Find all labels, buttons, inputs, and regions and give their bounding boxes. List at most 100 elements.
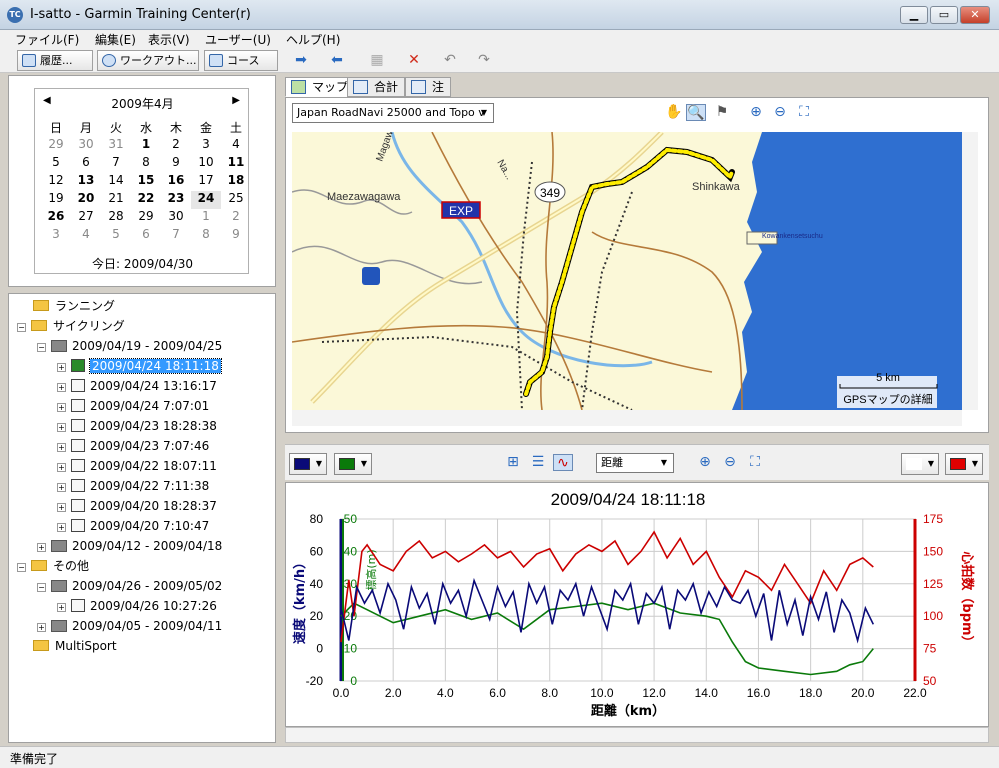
tree-activity[interactable]: +2009/04/24 13:16:17: [57, 377, 217, 395]
menu-edit[interactable]: 編集(E): [95, 31, 136, 48]
minimize-button[interactable]: ▁: [900, 6, 928, 24]
calendar-day[interactable]: 8: [191, 227, 221, 245]
heartrate-color-button[interactable]: ▼: [945, 453, 983, 475]
calendar-day[interactable]: 12: [41, 173, 71, 191]
merge-icon[interactable]: ▦: [367, 52, 387, 69]
tree-week[interactable]: +2009/04/12 - 2009/04/18: [37, 537, 222, 555]
expand-icon[interactable]: +: [57, 523, 66, 532]
tree-activity[interactable]: +2009/04/22 18:07:11: [57, 457, 217, 475]
calendar-day[interactable]: 19: [41, 191, 71, 209]
calendar-day[interactable]: 30: [161, 209, 191, 227]
next-month-icon[interactable]: ▶: [232, 95, 240, 106]
menu-user[interactable]: ユーザー(U): [205, 31, 271, 48]
chart-scrollbar[interactable]: [285, 727, 989, 743]
calendar-day[interactable]: 5: [41, 155, 71, 173]
expand-icon[interactable]: +: [57, 403, 66, 412]
calendar-day[interactable]: 24: [191, 191, 221, 209]
close-button[interactable]: ✕: [960, 6, 990, 24]
calendar-day[interactable]: 11: [221, 155, 251, 173]
calendar-day[interactable]: 9: [161, 155, 191, 173]
fit-view-icon[interactable]: ⛶: [794, 104, 814, 121]
tree-activity[interactable]: +2009/04/24 18:11:18: [57, 357, 222, 375]
expand-icon[interactable]: +: [57, 383, 66, 392]
calendar-day[interactable]: 20: [71, 191, 101, 209]
menu-file[interactable]: ファイル(F): [15, 31, 79, 48]
calendar-day[interactable]: 8: [131, 155, 161, 173]
chart-fit-icon[interactable]: ⛶: [745, 454, 765, 471]
map-canvas[interactable]: EXP 349 Maezawagawa Shinkawa Kowankenset…: [292, 132, 962, 410]
tree-activity[interactable]: +2009/04/20 7:10:47: [57, 517, 209, 535]
flag-icon[interactable]: ⚑: [712, 104, 732, 121]
activity-chart[interactable]: 0.0 2.0 4.0 6.0 8.0 10.0 12.0 14.0 16.0 18.0 20.0 2…: [286, 483, 988, 726]
calendar-day[interactable]: 2: [161, 137, 191, 155]
calendar-day[interactable]: 17: [191, 173, 221, 191]
workout-button[interactable]: ワークアウト...: [97, 50, 199, 71]
tree-week[interactable]: +2009/04/05 - 2009/04/11: [37, 617, 222, 635]
tree-week[interactable]: − 2009/04/19 - 2009/04/25: [37, 337, 222, 355]
receive-from-device-icon[interactable]: ⬅: [327, 52, 347, 69]
collapse-icon[interactable]: −: [17, 323, 26, 332]
collapse-icon[interactable]: −: [17, 563, 26, 572]
map-view[interactable]: EXP 349 Maezawagawa Shinkawa Kowankenset…: [292, 132, 962, 410]
tab-summary[interactable]: 合計: [347, 77, 406, 97]
expand-icon[interactable]: +: [57, 443, 66, 452]
crosshair-icon[interactable]: ⊞: [503, 454, 523, 471]
calendar-day[interactable]: 3: [191, 137, 221, 155]
tree-activity[interactable]: +2009/04/23 7:07:46: [57, 437, 209, 455]
undo-icon[interactable]: ↶: [440, 52, 460, 69]
expand-icon[interactable]: +: [57, 503, 66, 512]
expand-icon[interactable]: +: [37, 543, 46, 552]
tree-cycling[interactable]: − サイクリング: [17, 317, 125, 335]
calendar-day[interactable]: 16: [161, 173, 191, 191]
zoom-tool-icon[interactable]: 🔍: [686, 104, 706, 121]
xaxis-select[interactable]: 距離 ▼: [596, 453, 674, 473]
calendar-day[interactable]: 28: [101, 209, 131, 227]
tab-map[interactable]: マップ: [285, 77, 356, 97]
calendar-day[interactable]: 15: [131, 173, 161, 191]
tree-activity[interactable]: +2009/04/26 10:27:26: [57, 597, 217, 615]
calendar-day[interactable]: 23: [161, 191, 191, 209]
line-graph-icon[interactable]: ∿: [553, 454, 573, 471]
calendar-day[interactable]: 4: [221, 137, 251, 155]
calendar-day[interactable]: 3: [41, 227, 71, 245]
tree-activity[interactable]: +2009/04/23 18:28:38: [57, 417, 217, 435]
redo-icon[interactable]: ↷: [474, 52, 494, 69]
expand-icon[interactable]: +: [57, 603, 66, 612]
delete-icon[interactable]: ✕: [404, 52, 424, 69]
speed-color-button[interactable]: ▼: [289, 453, 327, 475]
menu-view[interactable]: 表示(V): [148, 31, 190, 48]
collapse-icon[interactable]: −: [37, 343, 46, 352]
split-view-icon[interactable]: ☰: [528, 454, 548, 471]
calendar-day[interactable]: 22: [131, 191, 161, 209]
map-layer-select[interactable]: Japan RoadNavi 25000 and Topo v ▼: [292, 103, 494, 123]
extra-color-button[interactable]: ▼: [901, 453, 939, 475]
zoom-in-icon[interactable]: ⊕: [746, 104, 766, 121]
expand-icon[interactable]: +: [57, 463, 66, 472]
tree-week[interactable]: − 2009/04/26 - 2009/05/02: [37, 577, 222, 595]
calendar-day[interactable]: 5: [101, 227, 131, 245]
tree-activity[interactable]: +2009/04/24 7:07:01: [57, 397, 209, 415]
calendar-today[interactable]: 今日: 2009/04/30: [35, 255, 250, 272]
calendar-day[interactable]: 18: [221, 173, 251, 191]
tree-running[interactable]: ランニング: [33, 297, 115, 315]
chart-zoom-out-icon[interactable]: ⊖: [720, 454, 740, 471]
tab-notes[interactable]: 注: [405, 77, 452, 97]
calendar-day[interactable]: 1: [131, 137, 161, 155]
calendar-day[interactable]: 27: [71, 209, 101, 227]
menu-help[interactable]: ヘルプ(H): [286, 31, 340, 48]
elevation-color-button[interactable]: ▼: [334, 453, 372, 475]
calendar-day[interactable]: 31: [101, 137, 131, 155]
tree-activity[interactable]: +2009/04/22 7:11:38: [57, 477, 209, 495]
expand-icon[interactable]: +: [37, 623, 46, 632]
calendar-day[interactable]: 6: [131, 227, 161, 245]
tree-other[interactable]: − その他: [17, 557, 89, 575]
calendar-day[interactable]: 26: [41, 209, 71, 227]
calendar-day[interactable]: 7: [101, 155, 131, 173]
calendar-day[interactable]: 14: [101, 173, 131, 191]
expand-icon[interactable]: +: [57, 363, 66, 372]
calendar-day[interactable]: 10: [191, 155, 221, 173]
expand-icon[interactable]: +: [57, 423, 66, 432]
calendar-day[interactable]: 4: [71, 227, 101, 245]
collapse-icon[interactable]: −: [37, 583, 46, 592]
calendar-day[interactable]: 2: [221, 209, 251, 227]
